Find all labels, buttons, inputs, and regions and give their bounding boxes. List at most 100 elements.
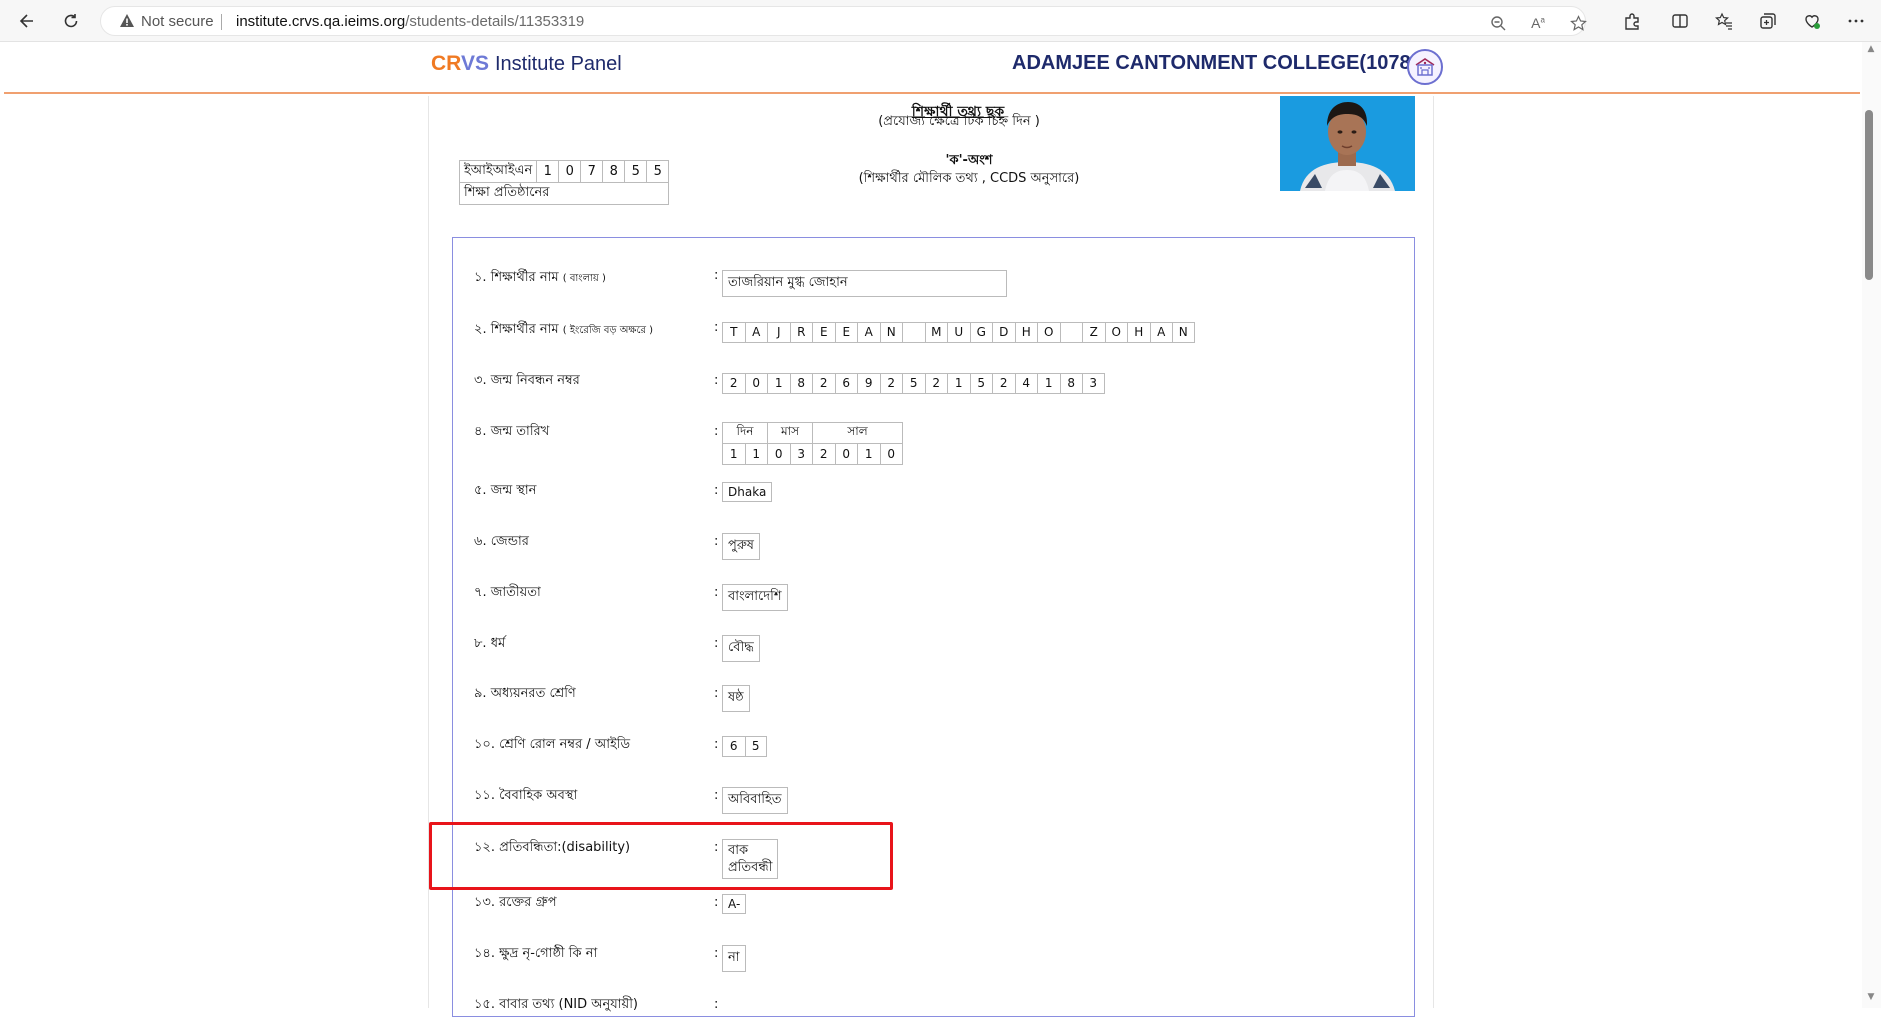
birth-reg-cells: 20182692521524183 <box>722 373 1105 394</box>
institution-icon[interactable] <box>1407 49 1443 85</box>
class-label: ৯. অধ্যয়নরত শ্রেণি <box>474 686 576 701</box>
birth-reg-digit: 3 <box>1082 373 1105 394</box>
gender-label: ৬. জেন্ডার <box>474 534 529 549</box>
ethnic-label: ১৪. ক্ষুদ্র নৃ-গোষ্ঠী কি না <box>474 946 598 961</box>
name-bn-value: তাজরিয়ান মুগ্ধ জোহান <box>722 270 1007 297</box>
eiin-digit: 5 <box>646 160 670 183</box>
roll-label: ১০. শ্রেণি রোল নম্বর / আইডি <box>474 737 631 752</box>
brand-cr: CR <box>431 52 461 75</box>
name-en-char: J <box>767 322 790 343</box>
name-en-char: A <box>857 322 880 343</box>
name-en-hint: ( ইংরেজি বড় অক্ষরে ) <box>562 325 654 336</box>
name-en-label: ২. শিক্ষার্থীর নাম <box>474 322 559 337</box>
birth-reg-digit: 8 <box>1059 373 1082 394</box>
name-en-char: M <box>924 322 947 343</box>
class-value: ষষ্ঠ <box>722 685 750 712</box>
back-icon[interactable] <box>14 8 40 34</box>
birth-reg-digit: 5 <box>902 373 925 394</box>
colon: : <box>714 997 719 1012</box>
url-text[interactable]: institute.crvs.qa.ieims.org/students-det… <box>236 13 584 30</box>
extensions-icon[interactable] <box>1620 9 1644 33</box>
ethnic-value: না <box>722 945 746 972</box>
favorites-icon[interactable] <box>1712 9 1736 33</box>
split-screen-icon[interactable] <box>1668 9 1692 33</box>
birth-reg-digit: 2 <box>924 373 947 394</box>
colon: : <box>714 585 719 600</box>
dob-digit: 3 <box>789 443 813 465</box>
name-en-char: E <box>834 322 857 343</box>
birth-reg-digit: 4 <box>1014 373 1037 394</box>
name-en-char: U <box>947 322 970 343</box>
colon: : <box>714 686 719 701</box>
not-secure-label: Not secure <box>141 13 214 30</box>
colon: : <box>714 895 719 910</box>
name-en-char <box>902 322 925 343</box>
roll-digit: 5 <box>744 736 767 757</box>
name-en-char: R <box>789 322 812 343</box>
colon: : <box>714 788 719 803</box>
name-en-char: H <box>1014 322 1037 343</box>
scrollbar-thumb[interactable] <box>1865 110 1873 280</box>
disability-highlight-box <box>429 822 893 890</box>
colon: : <box>714 636 719 651</box>
more-options-icon[interactable] <box>1844 9 1868 33</box>
browser-essentials-icon[interactable] <box>1800 9 1824 33</box>
colon: : <box>714 946 719 961</box>
blood-value: A- <box>722 894 747 914</box>
colon: : <box>714 373 719 388</box>
part-subtitle: (শিক্ষার্থীর মৌলিক তথ্য , CCDS অনুসারে) <box>858 171 1080 186</box>
address-bar[interactable]: Not secure institute.crvs.qa.ieims.org/s… <box>100 6 1587 36</box>
eiin-digit: 5 <box>624 160 648 183</box>
zoom-icon[interactable] <box>1489 14 1507 32</box>
birth-reg-digit: 5 <box>969 373 992 394</box>
religion-label: ৮. ধর্ম <box>474 636 506 651</box>
name-en-row-label: ২. শিক্ষার্থীর নাম ( ইংরেজি বড় অক্ষরে ) <box>474 320 653 341</box>
name-en-char: H <box>1127 322 1150 343</box>
name-en-char: E <box>812 322 835 343</box>
birthplace-label: ৫. জন্ম স্থান <box>474 483 537 498</box>
name-en-char: D <box>992 322 1015 343</box>
collections-icon[interactable] <box>1756 9 1780 33</box>
dob-month-header: মাস <box>767 422 813 444</box>
name-en-char: Z <box>1082 322 1105 343</box>
name-en-char: A <box>744 322 767 343</box>
dob-table: দিন মাস সাল 1 1 0 3 2 0 1 0 <box>722 422 903 465</box>
birth-reg-digit: 2 <box>722 373 745 394</box>
dob-label: ৪. জন্ম তারিখ <box>474 424 550 439</box>
browser-toolbar: Not secure institute.crvs.qa.ieims.org/s… <box>0 0 1881 42</box>
refresh-icon[interactable] <box>58 8 84 34</box>
brand-logo[interactable]: CRVS Institute Panel <box>431 52 622 76</box>
dob-digit: 0 <box>879 443 903 465</box>
birth-reg-digit: 2 <box>879 373 902 394</box>
name-en-char: G <box>969 322 992 343</box>
college-name: ADAMJEE CANTONMENT COLLEGE(107855) <box>1012 52 1440 74</box>
colon: : <box>714 737 719 752</box>
colon: : <box>714 268 719 283</box>
dob-digit: 1 <box>857 443 881 465</box>
scroll-down-icon[interactable]: ▼ <box>1864 992 1878 1004</box>
gender-value: পুরুষ <box>722 533 760 560</box>
religion-value: বৌদ্ধ <box>722 635 760 662</box>
dob-year-header: সাল <box>812 422 903 444</box>
marital-value: অবিবাহিত <box>722 787 788 814</box>
student-info-form: ১. শিক্ষার্থীর নাম ( বাংলায় ) : তাজরিয়… <box>452 237 1415 1017</box>
favorite-star-icon[interactable] <box>1569 14 1587 32</box>
brand-vs: VS <box>460 52 489 75</box>
read-aloud-icon[interactable]: Aa <box>1529 14 1547 32</box>
name-bn-hint: ( বাংলায় ) <box>562 273 606 284</box>
dob-digit: 2 <box>812 443 836 465</box>
name-en-char: N <box>1172 322 1195 343</box>
scroll-up-icon[interactable]: ▲ <box>1864 44 1878 56</box>
nationality-label: ৭. জাতীয়তা <box>474 585 541 600</box>
blood-label: ১৩. রক্তের গ্রুপ <box>474 895 557 910</box>
birth-reg-digit: 1 <box>1037 373 1060 394</box>
birth-reg-digit: 9 <box>857 373 880 394</box>
eiin-digit: 7 <box>580 160 604 183</box>
birth-reg-digit: 2 <box>812 373 835 394</box>
colon: : <box>714 483 719 498</box>
student-photo <box>1280 96 1415 191</box>
app-header: CRVS Institute Panel ADAMJEE CANTONMENT C… <box>4 42 1860 94</box>
colon: : <box>714 534 719 549</box>
url-path: /students-details/11353319 <box>405 13 585 30</box>
name-en-char: O <box>1037 322 1060 343</box>
